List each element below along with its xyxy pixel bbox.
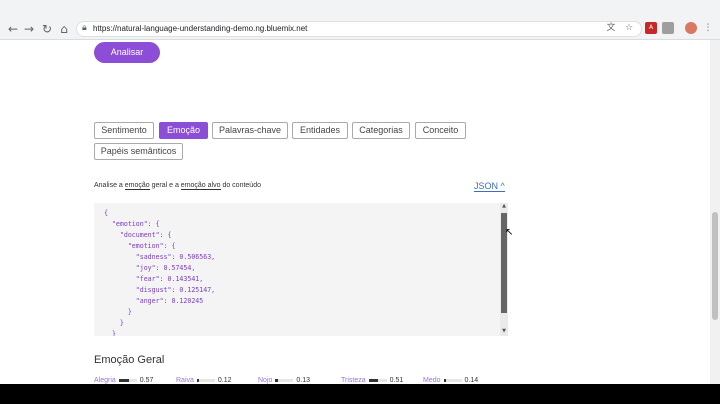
description-text: Analise a emoção geral e a emoção alvo d… <box>94 182 261 190</box>
json-line: "sadness": 0.506563, <box>104 253 216 261</box>
page-scrollbar-thumb[interactable] <box>712 212 718 320</box>
mouse-cursor-icon: ↖ <box>505 227 514 238</box>
bar-fill <box>275 378 278 382</box>
target-emotion-link[interactable]: emoção alvo <box>180 182 221 190</box>
json-line: } <box>104 319 124 327</box>
scroll-up-icon[interactable]: ▲ <box>500 203 508 209</box>
emotion-bar-raiva: Raiva 0.12 <box>176 377 232 384</box>
extension-icon[interactable] <box>662 22 674 34</box>
profile-avatar-icon[interactable] <box>685 22 697 34</box>
tab-emocao[interactable]: Emoção <box>159 122 208 139</box>
menu-icon[interactable]: ⋮ <box>702 22 714 34</box>
json-line: } <box>104 330 116 336</box>
json-line: "emotion": { <box>104 220 160 228</box>
json-line: } <box>104 308 132 316</box>
json-code: { "emotion": { "document": { "emotion": … <box>104 208 215 336</box>
json-line: "emotion": { <box>104 242 176 250</box>
tab-conceito[interactable]: Conceito <box>415 122 466 139</box>
translate-icon[interactable]: 文 <box>605 22 617 34</box>
tab-papeis-semanticos[interactable]: Papéis semânticos <box>94 143 183 160</box>
browser-toolbar: ← → ↻ ⌂ 🔒︎ https://natural-language-unde… <box>0 0 720 40</box>
back-icon[interactable]: ← <box>6 22 20 36</box>
emotion-bar-tristeza: Tristeza 0.51 <box>341 377 404 384</box>
bar-fill <box>368 378 378 382</box>
url-text[interactable]: https://natural-language-understanding-d… <box>93 24 307 33</box>
json-line: "fear": 0.143541, <box>104 275 204 283</box>
tab-entidades[interactable]: Entidades <box>292 122 348 139</box>
tab-categorias[interactable]: Categorias <box>352 122 410 139</box>
bar-fill <box>118 378 130 382</box>
bottom-strip <box>0 384 720 404</box>
emotion-bar-alegria: Alegria 0.57 <box>94 377 154 384</box>
forward-icon[interactable]: → <box>22 22 36 36</box>
bar-fill <box>443 378 447 382</box>
analyze-button[interactable]: Analisar <box>94 42 160 63</box>
page-scrollbar[interactable] <box>710 40 720 384</box>
json-toggle-link[interactable]: JSON ^ <box>474 181 505 192</box>
address-bar[interactable]: 🔒︎ https://natural-language-understandin… <box>76 21 642 37</box>
page-content: Analisar Sentimento Emoção Palavras-chav… <box>0 40 710 384</box>
tab-sentimento[interactable]: Sentimento <box>94 122 154 139</box>
reload-icon[interactable]: ↻ <box>40 22 54 36</box>
json-line: "disgust": 0.125147, <box>104 286 216 294</box>
emotion-link[interactable]: emoção <box>124 182 150 190</box>
code-scrollbar[interactable]: ▲ ▼ <box>500 203 508 336</box>
emotion-bar-medo: Medo 0.14 <box>423 377 479 384</box>
json-line: "anger": 0.120245 <box>104 297 204 305</box>
json-line: { <box>104 209 108 217</box>
lock-icon[interactable]: 🔒︎ <box>82 23 87 33</box>
json-line: "joy": 0.57454, <box>104 264 196 272</box>
emotion-bar-nojo: Nojo 0.13 <box>258 377 311 384</box>
home-icon[interactable]: ⌂ <box>57 22 71 36</box>
scroll-down-icon[interactable]: ▼ <box>500 328 508 334</box>
section-title: Emoção Geral <box>94 354 165 366</box>
pdf-extension-icon[interactable]: A <box>645 22 657 34</box>
bar-fill <box>196 378 200 382</box>
json-code-panel[interactable]: { "emotion": { "document": { "emotion": … <box>94 203 508 336</box>
tab-palavras-chave[interactable]: Palavras-chave <box>212 122 288 139</box>
star-icon[interactable]: ☆ <box>623 22 635 34</box>
emotion-bars: Alegria 0.57 Raiva 0.12 Nojo 0.13 Tristeza 0… <box>94 377 514 384</box>
json-line: "document": { <box>104 231 172 239</box>
